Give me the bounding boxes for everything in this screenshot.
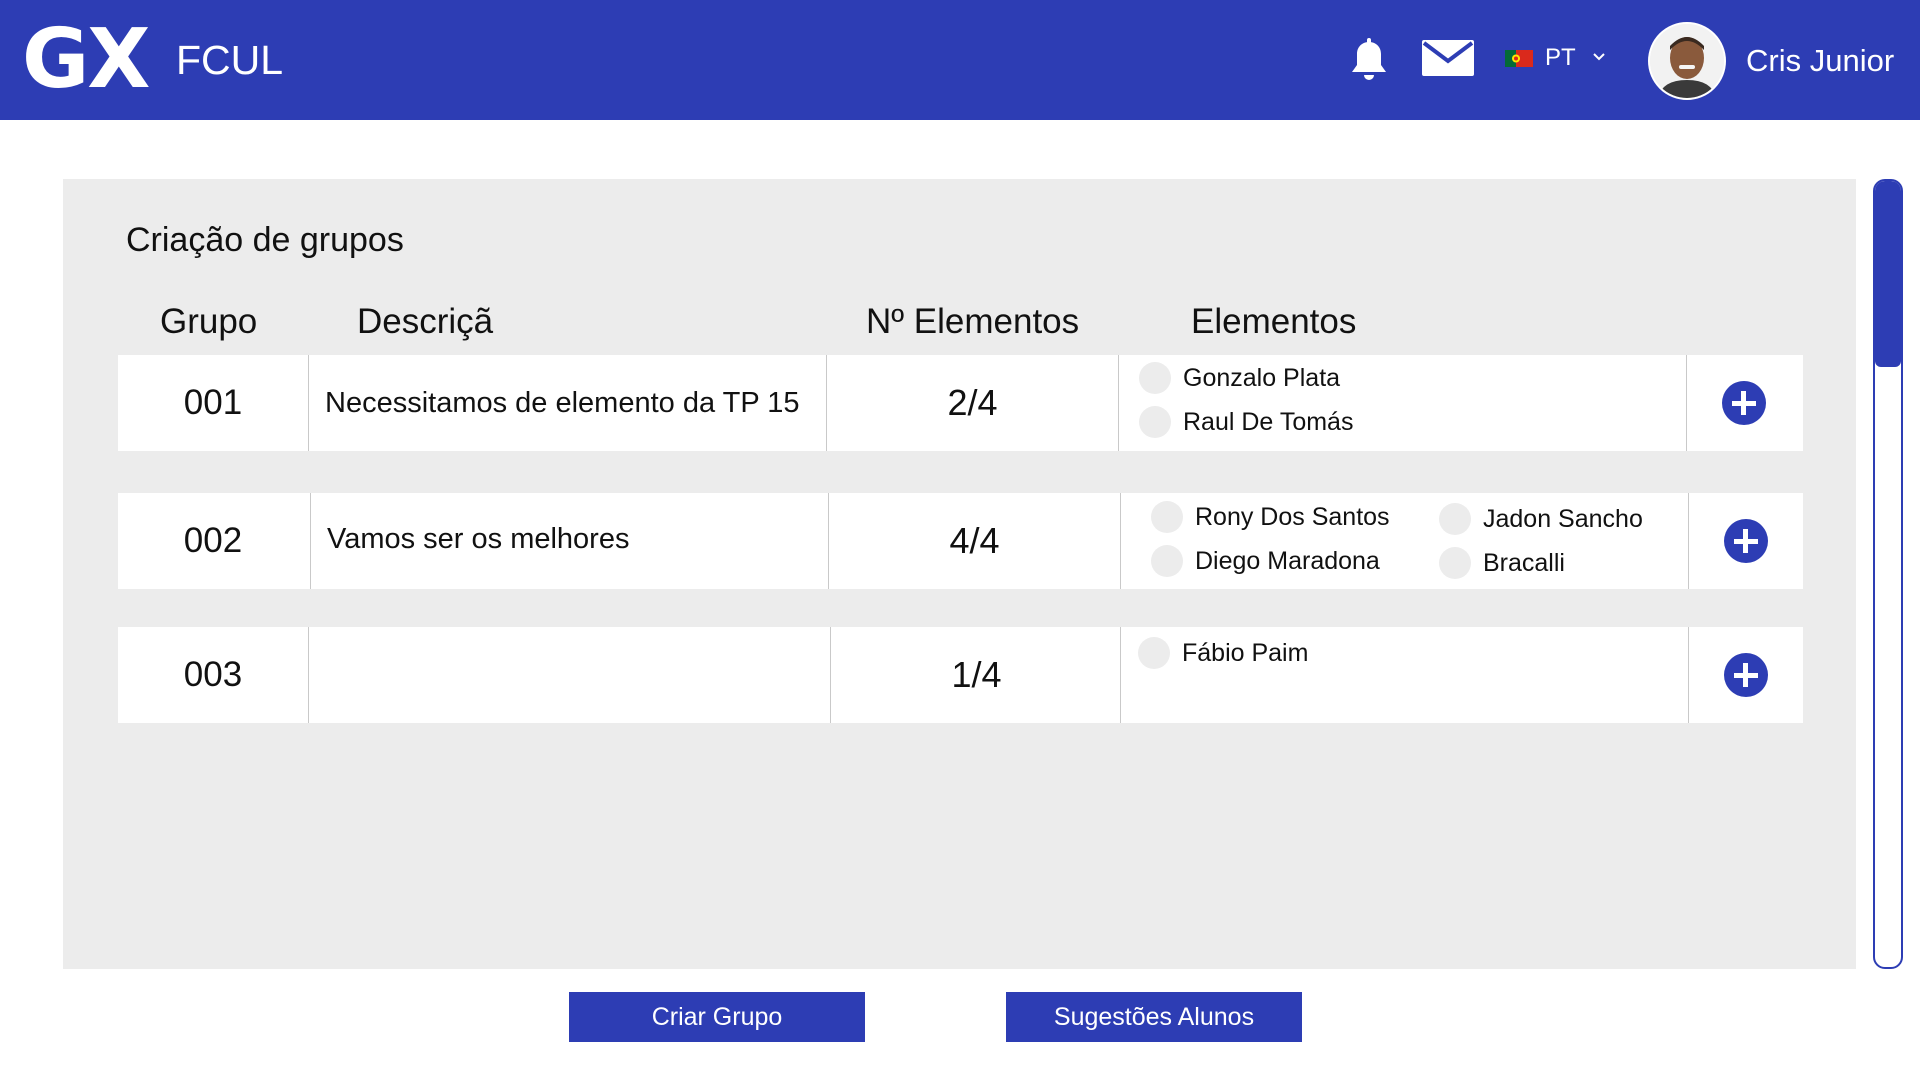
user-photo-icon: [1650, 24, 1724, 98]
portugal-flag-icon[interactable]: [1505, 50, 1533, 67]
group-member-count: 4/4: [828, 493, 1120, 589]
member-name: Jadon Sancho: [1483, 505, 1643, 533]
groups-panel: Criação de grupos Grupo Descriçã o Nº El…: [63, 179, 1856, 969]
group-members: Gonzalo Plata Raul De Tomás: [1118, 355, 1686, 451]
gx-logo[interactable]: GX: [22, 19, 151, 101]
group-description: Necessitamos de elemento da TP 15: [308, 355, 826, 451]
member-avatar-placeholder: [1139, 362, 1171, 394]
member-name: Rony Dos Santos: [1195, 503, 1390, 531]
group-id: 003: [183, 655, 243, 694]
bell-icon[interactable]: [1348, 38, 1390, 82]
member-name: Raul De Tomás: [1183, 408, 1354, 436]
member-item[interactable]: Raul De Tomás: [1139, 406, 1353, 438]
member-name: Diego Maradona: [1195, 547, 1380, 575]
member-name: Bracalli: [1483, 549, 1565, 577]
language-selector[interactable]: PT: [1545, 44, 1576, 72]
student-suggestions-button[interactable]: Sugestões Alunos: [1006, 992, 1302, 1042]
member-avatar-placeholder: [1151, 545, 1183, 577]
member-item[interactable]: Diego Maradona: [1151, 545, 1380, 577]
add-member-button[interactable]: [1721, 381, 1766, 425]
member-item[interactable]: Rony Dos Santos: [1151, 501, 1390, 533]
scrollbar[interactable]: [1873, 179, 1903, 969]
scrollbar-thumb[interactable]: [1875, 181, 1901, 367]
table-row[interactable]: 003 1/4 Fábio Paim: [118, 627, 1803, 723]
member-name: Gonzalo Plata: [1183, 364, 1341, 392]
add-member-button[interactable]: [1723, 653, 1768, 697]
group-members: Fábio Paim: [1120, 627, 1688, 723]
add-member-cell: [1688, 493, 1802, 589]
column-header-num-elementos: Nº Elementos: [866, 302, 1080, 341]
create-group-button[interactable]: Criar Grupo: [569, 992, 865, 1042]
member-item[interactable]: Bracalli: [1439, 547, 1565, 579]
group-members: Rony Dos Santos Jadon Sancho Diego Marad…: [1120, 493, 1688, 589]
add-member-cell: [1686, 355, 1800, 451]
group-id: 002: [183, 521, 243, 560]
member-avatar-placeholder: [1138, 637, 1170, 669]
member-item[interactable]: Jadon Sancho: [1439, 503, 1643, 535]
page-title: Criação de grupos: [126, 221, 404, 259]
column-header-elementos: Elementos: [1191, 302, 1357, 341]
member-name: Fábio Paim: [1182, 639, 1309, 667]
member-item[interactable]: Fábio Paim: [1138, 637, 1308, 669]
user-name[interactable]: Cris Junior: [1746, 42, 1894, 80]
table-row[interactable]: 002 Vamos ser os melhores 4/4 Rony Dos S…: [118, 493, 1803, 589]
group-member-count: 2/4: [826, 355, 1118, 451]
brand-name: FCUL: [176, 37, 284, 83]
member-avatar-placeholder: [1439, 547, 1471, 579]
member-avatar-placeholder: [1151, 501, 1183, 533]
group-description: [308, 627, 826, 723]
add-member-cell: [1688, 627, 1802, 723]
table-row[interactable]: 001 Necessitamos de elemento da TP 15 2/…: [118, 355, 1803, 451]
group-description: Vamos ser os melhores: [310, 493, 828, 589]
column-header-grupo: Grupo: [160, 302, 258, 341]
avatar[interactable]: [1648, 22, 1726, 100]
member-avatar-placeholder: [1439, 503, 1471, 535]
mail-icon[interactable]: [1422, 40, 1474, 76]
member-item[interactable]: Gonzalo Plata: [1139, 362, 1340, 394]
top-navigation-bar: GX FCUL PT Cris Junior: [0, 0, 1920, 120]
group-member-count: 1/4: [830, 627, 1122, 723]
chevron-down-icon[interactable]: [1592, 50, 1606, 64]
add-member-button[interactable]: [1723, 519, 1768, 563]
group-id: 001: [183, 383, 243, 422]
member-avatar-placeholder: [1139, 406, 1171, 438]
